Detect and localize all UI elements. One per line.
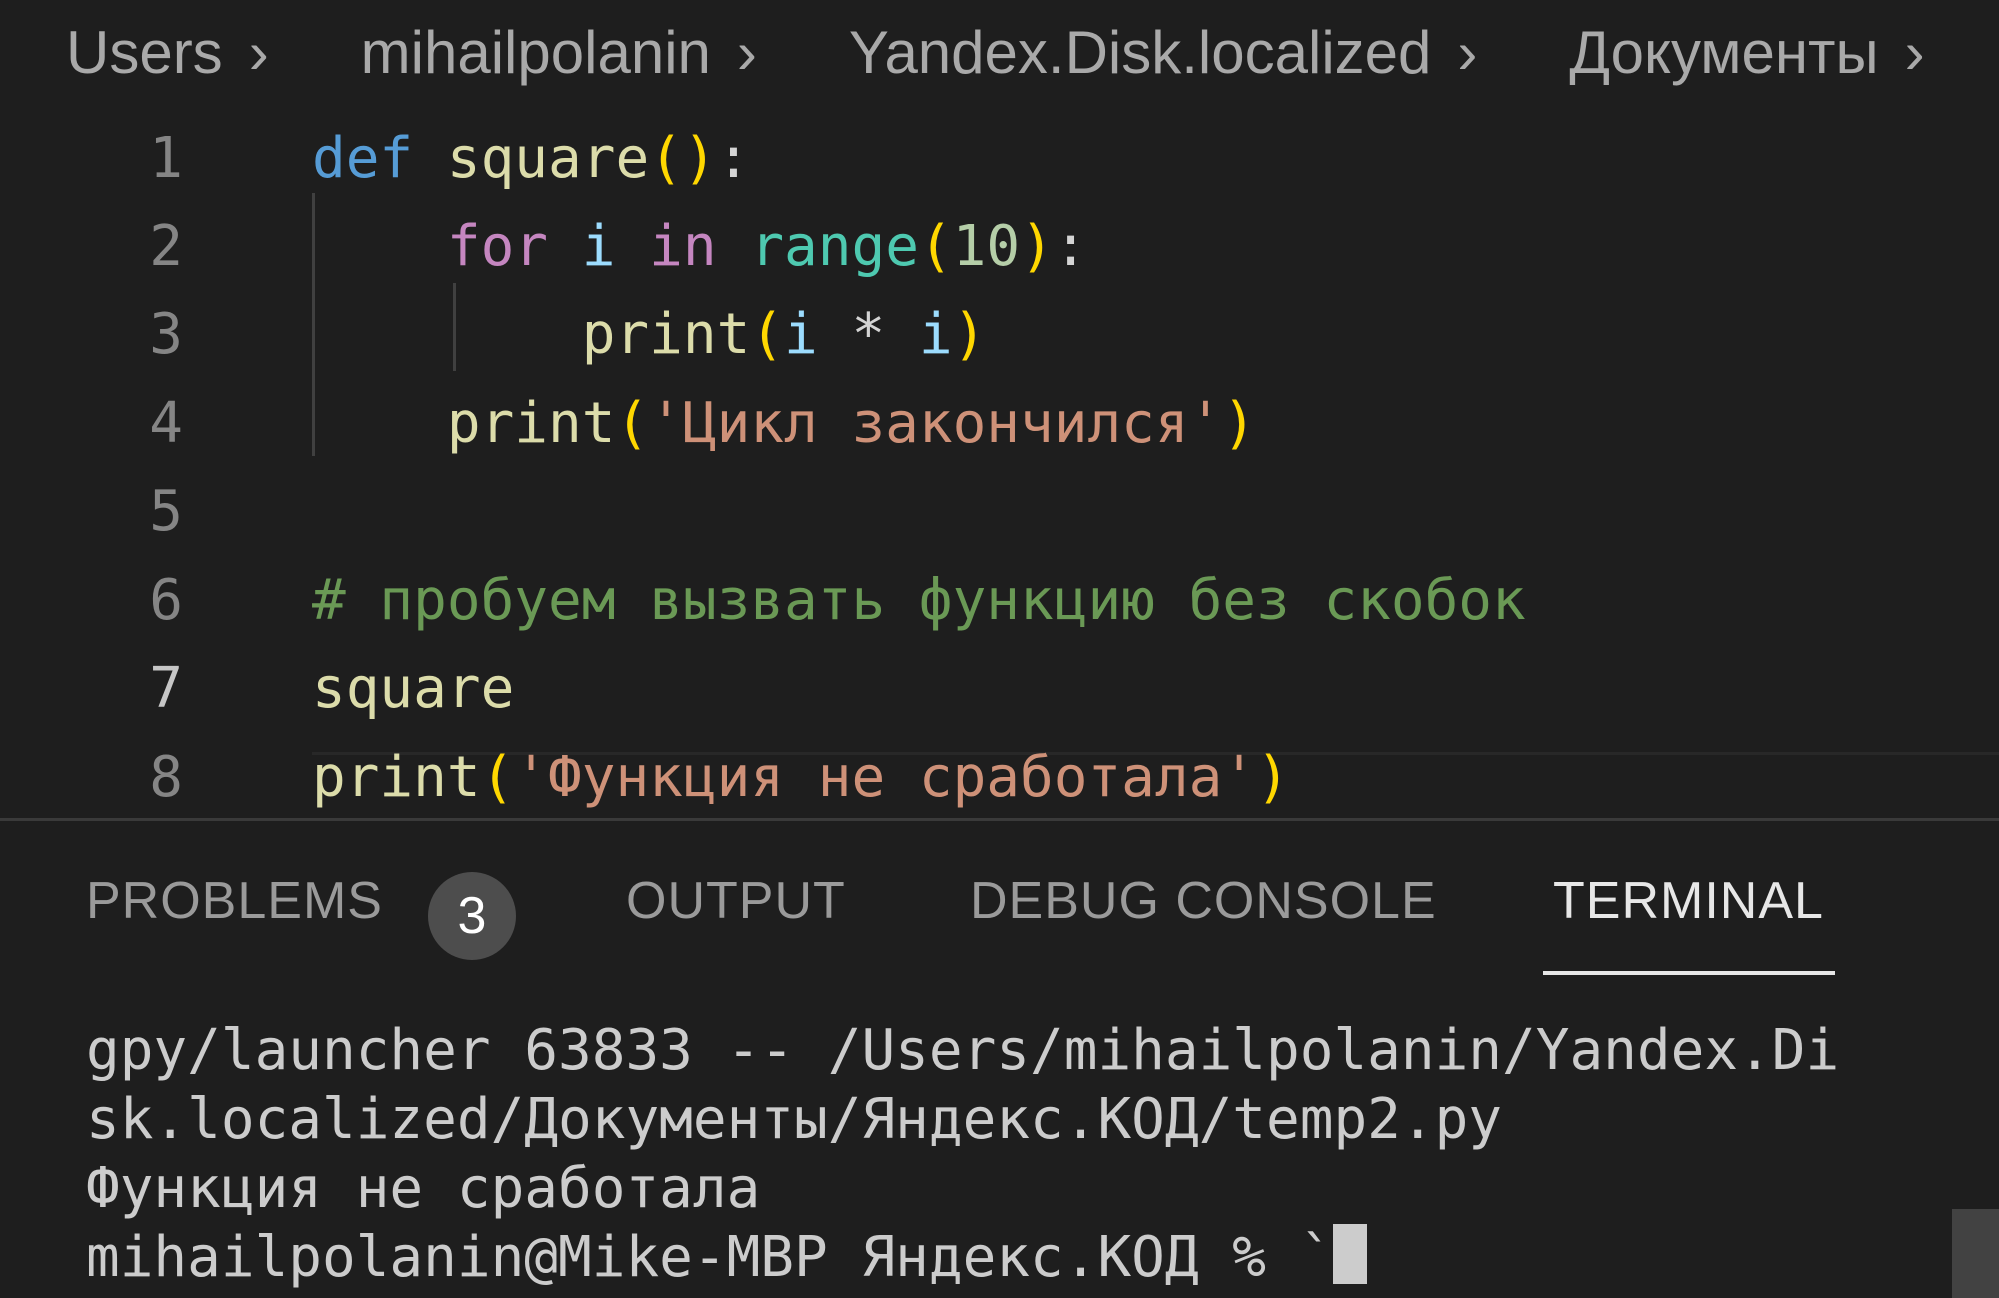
line-number: 2 (149, 214, 183, 279)
line-number: 5 (149, 479, 183, 544)
code-token: square (446, 126, 650, 191)
code-text[interactable]: print('Цикл закончился') (312, 380, 1256, 468)
code-line[interactable]: 8 print('Функция не сработала') (0, 734, 1999, 822)
problems-count-badge: 3 (428, 872, 516, 960)
code-token: for (446, 214, 549, 279)
tab-terminal[interactable]: TERMINAL (1553, 871, 1824, 931)
code-token: print (446, 391, 616, 456)
line-number: 6 (149, 568, 183, 633)
breadcrumb-item-yandex-kod[interactable]: Ян (1951, 18, 1999, 87)
panel-tabs: PROBLEMS 3 OUTPUT DEBUG CONSOLE TERMINAL (0, 821, 1999, 981)
code-token: ) (1020, 214, 1054, 279)
code-line[interactable]: 2 for i in range(10): (0, 203, 1999, 291)
code-text[interactable]: square (312, 645, 514, 733)
line-number: 1 (149, 126, 183, 191)
line-number: 7 (149, 656, 183, 721)
code-token: 'Цикл закончился' (649, 391, 1223, 456)
code-text[interactable]: def square(): (312, 115, 750, 203)
breadcrumb: Users › mihailpolanin › Yandex.Disk.localize… (0, 0, 1999, 105)
line-number: 4 (149, 391, 183, 456)
code-token: 10 (952, 214, 1021, 279)
bottom-panel: PROBLEMS 3 OUTPUT DEBUG CONSOLE TERMINAL… (0, 818, 1999, 1298)
line-number: 8 (149, 745, 183, 810)
code-editor[interactable]: 1 def square(): 2 for i in range(10): 3 … (0, 115, 1999, 840)
code-line-active[interactable]: 7 square (0, 645, 1999, 733)
code-token: def (312, 126, 414, 191)
chevron-right-icon: › (1904, 19, 1925, 86)
code-line[interactable]: 6 # пробуем вызвать функцию без скобок (0, 557, 1999, 645)
terminal-output[interactable]: gpy/launcher 63833 -- /Users/mihailpolan… (86, 1016, 1936, 1292)
code-line[interactable]: 5 (0, 468, 1999, 556)
code-text[interactable]: # пробуем вызвать функцию без скобок (312, 557, 1526, 645)
tab-output[interactable]: OUTPUT (626, 871, 846, 931)
code-text[interactable]: print(i * i) (312, 291, 987, 379)
active-tab-indicator (1543, 971, 1835, 975)
terminal-line: sk.localized/Документы/Яндекс.КОД/temp2.… (86, 1087, 1503, 1152)
code-line[interactable]: 1 def square(): (0, 115, 1999, 203)
code-token: ( (480, 745, 515, 810)
code-token: () (649, 126, 717, 191)
code-token: : (716, 126, 751, 191)
terminal-line: gpy/launcher 63833 -- /Users/mihailpolan… (86, 1018, 1840, 1083)
code-line[interactable]: 4 print('Цикл закончился') (0, 380, 1999, 468)
code-token: 'Функция не сработала' (514, 745, 1257, 810)
code-token: i (784, 302, 818, 367)
breadcrumb-item-users[interactable]: Users (0, 18, 223, 87)
tab-debug-console[interactable]: DEBUG CONSOLE (970, 871, 1437, 931)
code-token: in (649, 214, 717, 279)
code-token: ) (1222, 391, 1257, 456)
code-token: range (750, 214, 919, 279)
terminal-prompt-line[interactable]: mihailpolanin@Mike-MBP Яндекс.КОД % ` (86, 1223, 1936, 1292)
code-token: square (312, 656, 515, 721)
breadcrumb-item-yandex-disk[interactable]: Yandex.Disk.localized (783, 18, 1432, 87)
code-token: # пробуем вызвать функцию без скобок (312, 568, 1526, 633)
terminal-line: Функция не сработала (86, 1156, 761, 1221)
code-token: i (918, 302, 953, 367)
breadcrumb-item-user[interactable]: mihailpolanin (295, 18, 711, 87)
terminal-prompt: mihailpolanin@Mike-MBP Яндекс.КОД % ` (86, 1225, 1334, 1290)
code-token: ( (918, 214, 953, 279)
code-token: ( (615, 391, 650, 456)
code-token: : (1053, 214, 1088, 279)
code-token: * (817, 302, 919, 367)
code-line[interactable]: 3 print(i * i) (0, 291, 1999, 379)
code-token: ( (750, 302, 785, 367)
chevron-right-icon: › (248, 19, 269, 86)
code-token: i (581, 214, 616, 279)
tab-problems[interactable]: PROBLEMS (86, 871, 383, 931)
code-text[interactable]: for i in range(10): (312, 203, 1088, 291)
line-number: 3 (149, 302, 183, 367)
terminal-scrollbar[interactable] (1952, 1209, 1999, 1298)
code-token: print (312, 745, 481, 810)
terminal-cursor (1333, 1224, 1368, 1284)
code-token: ) (1256, 745, 1290, 810)
code-text[interactable]: print('Функция не сработала') (312, 734, 1290, 822)
breadcrumb-item-documents[interactable]: Документы (1503, 18, 1878, 87)
chevron-right-icon: › (736, 19, 757, 86)
chevron-right-icon: › (1457, 19, 1478, 86)
code-token: ) (952, 302, 987, 367)
code-token: print (581, 302, 751, 367)
